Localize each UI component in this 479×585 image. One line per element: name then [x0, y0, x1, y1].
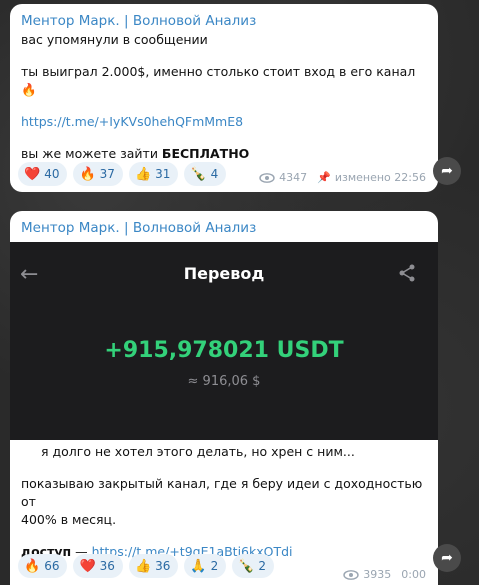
eye-icon — [259, 172, 275, 183]
text-line: ты выиграл 2.000$, именно столько стоит … — [21, 64, 416, 97]
views-count: 3935 — [363, 568, 392, 581]
text-line — [21, 99, 427, 113]
transfer-amount: +915,978021 USDT — [104, 338, 344, 363]
reaction-count: 66 — [44, 559, 60, 573]
text-line: 400% в месяц. — [21, 512, 117, 527]
emphasis-free: БЕСПЛАТНО — [161, 146, 250, 161]
forward-icon: ➦ — [441, 163, 453, 179]
sender-name[interactable]: Ментор Марк. | Волновой Анализ — [10, 211, 438, 236]
text-line: показываю закрытый канал, где я беру иде… — [21, 476, 423, 509]
champagne-icon: 🍾 — [238, 558, 255, 574]
reaction-count: 36 — [155, 559, 171, 573]
reaction-thumbs-up[interactable]: 👍 31 — [128, 162, 179, 186]
reaction-fire[interactable]: 🔥 66 — [18, 554, 68, 578]
heart-icon: ❤️ — [24, 166, 41, 182]
pin-icon: 📌 — [317, 171, 331, 184]
edited-time: изменено 22:56 — [334, 171, 426, 184]
text-line — [21, 529, 427, 543]
share-icon — [398, 264, 416, 287]
fire-icon: 🔥 — [79, 166, 96, 182]
thumbs-up-icon: 👍 — [134, 558, 152, 574]
text-line: я долго не хотел этого делать, но хрен с… — [41, 444, 355, 459]
forward-button[interactable]: ➦ — [433, 157, 461, 185]
transfer-screenshot[interactable]: ← Перевод +915,978021 USDT ≈ 916,06 $ — [10, 242, 438, 440]
thumbs-up-icon: 👍 — [134, 166, 152, 182]
text-line — [21, 461, 427, 475]
pray-icon: 🙏 — [190, 558, 207, 574]
eye-icon — [343, 569, 359, 580]
reaction-pray[interactable]: 🙏 2 — [184, 554, 227, 578]
forward-button[interactable]: ➦ — [433, 544, 461, 572]
free-text: вы же можете зайти БЕСПЛАТНО — [21, 146, 250, 161]
reaction-count: 2 — [210, 559, 219, 573]
reaction-thumbs-up[interactable]: 👍 36 — [128, 554, 179, 578]
reaction-fire[interactable]: 🔥 37 — [73, 162, 123, 186]
fire-icon: 🔥 — [24, 558, 41, 574]
sender-name[interactable]: Ментор Марк. | Волновой Анализ — [10, 4, 438, 29]
text-line — [21, 131, 427, 145]
text-line — [21, 49, 427, 63]
reaction-count: 2 — [258, 559, 267, 573]
reaction-count: 37 — [99, 167, 115, 181]
message-text: я долго не хотел этого делать, но хрен с… — [10, 443, 438, 561]
reaction-champagne[interactable]: 🍾 2 — [232, 554, 275, 578]
heart-icon: ❤️ — [79, 558, 96, 574]
views-count: 4347 — [279, 171, 308, 184]
message-bubble: Ментор Марк. | Волновой Анализ вас упомя… — [10, 4, 438, 192]
message-text: вас упомянули в сообщении ты выиграл 2.0… — [10, 29, 438, 163]
reactions-bar: 🔥 66 ❤️ 36 👍 36 🙏 2 🍾 2 — [18, 554, 275, 578]
reaction-count: 31 — [155, 167, 171, 181]
reaction-champagne[interactable]: 🍾 4 — [184, 162, 227, 186]
message-meta: 3935 0:00 — [343, 568, 426, 581]
champagne-icon: 🍾 — [190, 166, 207, 182]
text-line: вас упомянули в сообщении — [21, 32, 208, 47]
reaction-count: 40 — [44, 167, 60, 181]
message-meta: 4347 📌 изменено 22:56 — [259, 171, 426, 184]
text-line: вы же можете зайти БЕСПЛАТНО — [21, 145, 427, 163]
channel-link[interactable]: https://t.me/+IyKVs0hehQFmMmE8 — [21, 113, 427, 131]
transfer-title: Перевод — [183, 264, 265, 283]
reaction-count: 36 — [99, 559, 115, 573]
message-bubble: Ментор Марк. | Волновой Анализ ← Перевод… — [10, 211, 438, 585]
message-time: 0:00 — [401, 568, 426, 581]
reactions-bar: ❤️ 40 🔥 37 👍 31 🍾 4 — [18, 162, 227, 186]
reaction-count: 4 — [210, 167, 219, 181]
reaction-heart[interactable]: ❤️ 40 — [18, 162, 68, 186]
forward-icon: ➦ — [441, 550, 453, 566]
transfer-approx: ≈ 916,06 $ — [187, 374, 261, 389]
reaction-heart[interactable]: ❤️ 36 — [73, 554, 123, 578]
